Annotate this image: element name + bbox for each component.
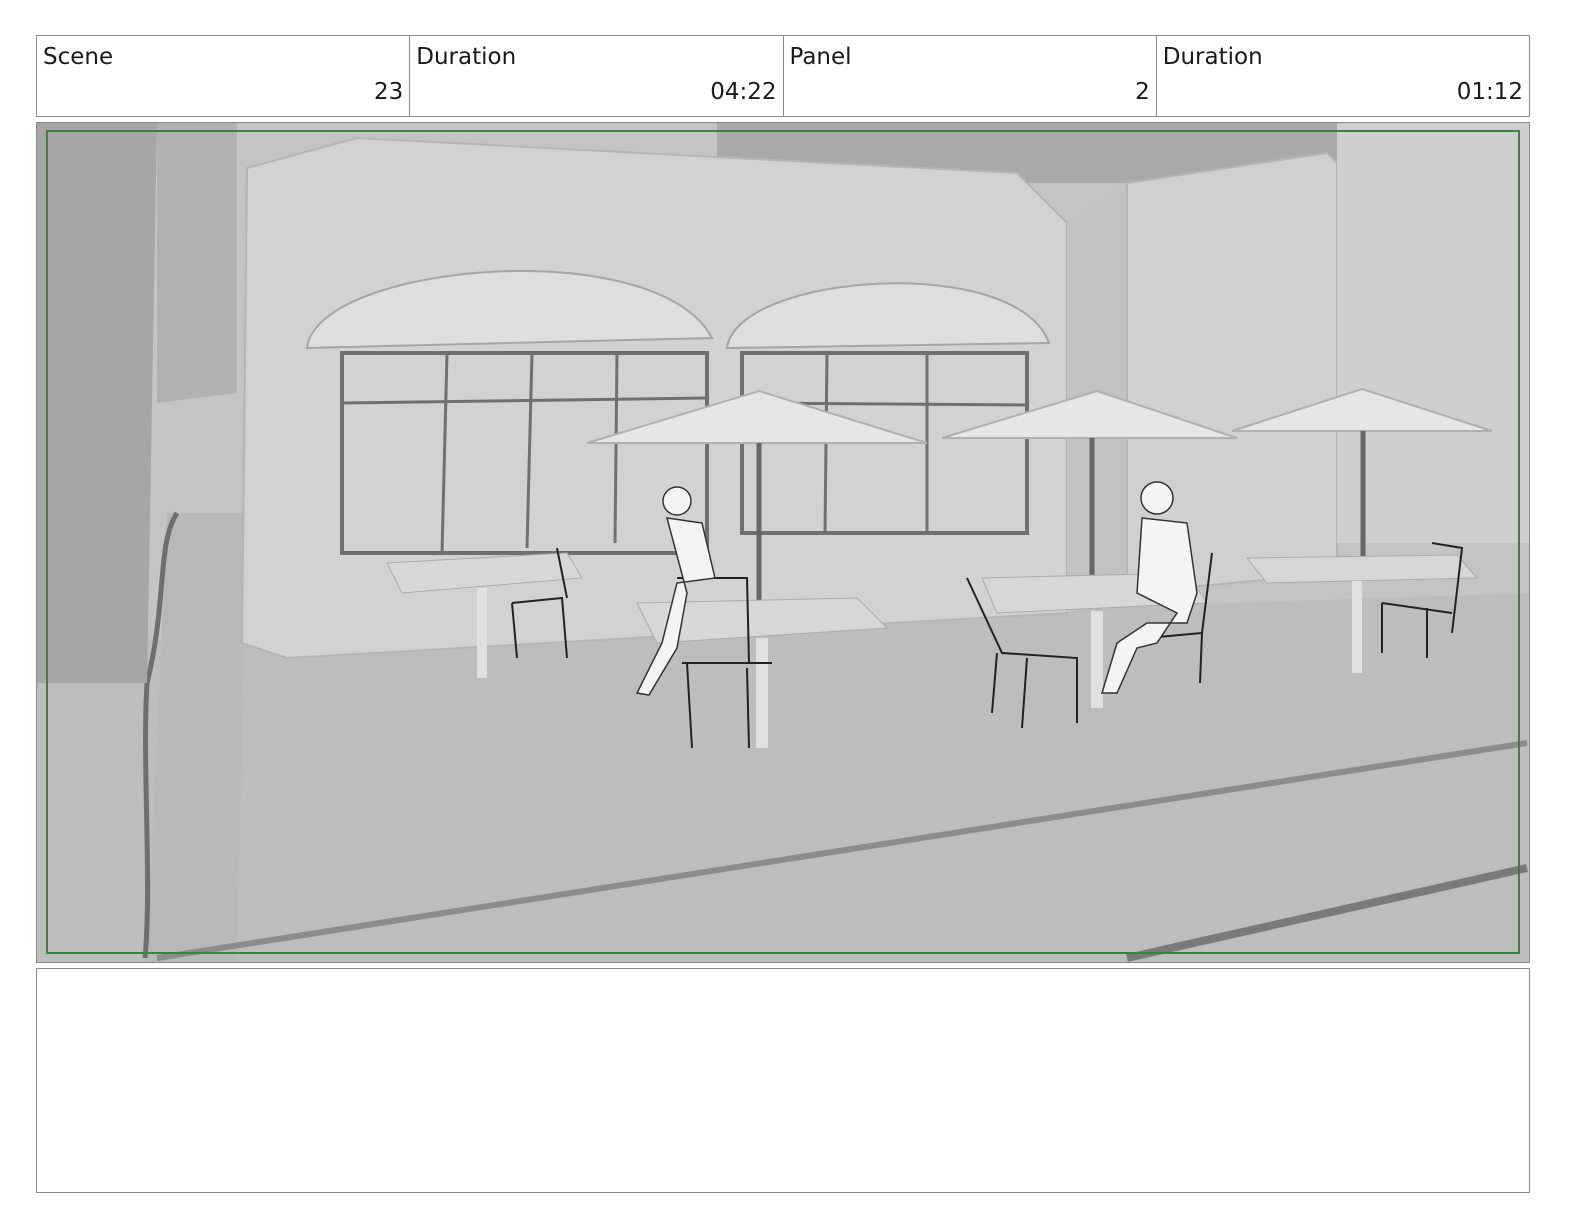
cafe-terrace-sketch xyxy=(37,123,1529,962)
panel-field: Panel 2 xyxy=(784,36,1157,116)
scene-duration-field: Duration 04:22 xyxy=(410,36,784,116)
panel-label: Panel xyxy=(789,44,852,70)
scene-field: Scene 23 xyxy=(37,36,411,116)
panel-number: 2 xyxy=(1135,79,1150,105)
panel-notes-area[interactable] xyxy=(36,968,1530,1193)
panel-duration-field: Duration 01:12 xyxy=(1157,36,1529,116)
panel-info-header: Scene 23 Duration 04:22 Panel 2 Duration… xyxy=(36,35,1530,117)
panel-duration-label: Duration xyxy=(1162,44,1263,70)
scene-duration-value: 04:22 xyxy=(710,79,777,105)
scene-duration-label: Duration xyxy=(416,44,517,70)
storyboard-panel-image xyxy=(36,122,1530,963)
scene-label: Scene xyxy=(43,44,114,70)
panel-duration-value: 01:12 xyxy=(1456,79,1523,105)
scene-number: 23 xyxy=(373,79,404,105)
